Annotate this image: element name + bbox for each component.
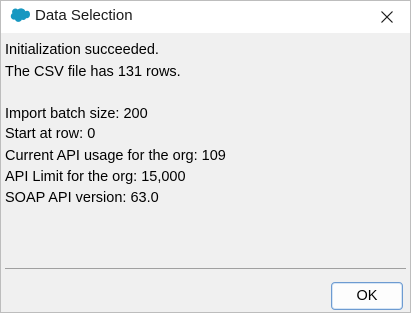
api-limit-text: API Limit for the org: 15,000 (5, 169, 186, 185)
title-bar[interactable]: Data Selection (1, 1, 410, 33)
ok-button[interactable]: OK (331, 282, 403, 310)
status-text: Initialization succeeded. (5, 42, 159, 58)
data-selection-dialog: Data Selection Initialization succeeded.… (0, 0, 411, 313)
batch-size-text: Import batch size: 200 (5, 106, 148, 122)
close-icon (381, 11, 393, 23)
salesforce-cloud-icon (10, 8, 30, 22)
close-button[interactable] (364, 1, 410, 33)
api-usage-text: Current API usage for the org: 109 (5, 148, 226, 164)
soap-version-text: SOAP API version: 63.0 (5, 190, 159, 206)
window-title: Data Selection (35, 7, 133, 24)
divider (5, 268, 406, 269)
start-row-text: Start at row: 0 (5, 126, 96, 142)
row-count-text: The CSV file has 131 rows. (5, 64, 181, 80)
message-area: Initialization succeeded. The CSV file h… (1, 33, 410, 268)
